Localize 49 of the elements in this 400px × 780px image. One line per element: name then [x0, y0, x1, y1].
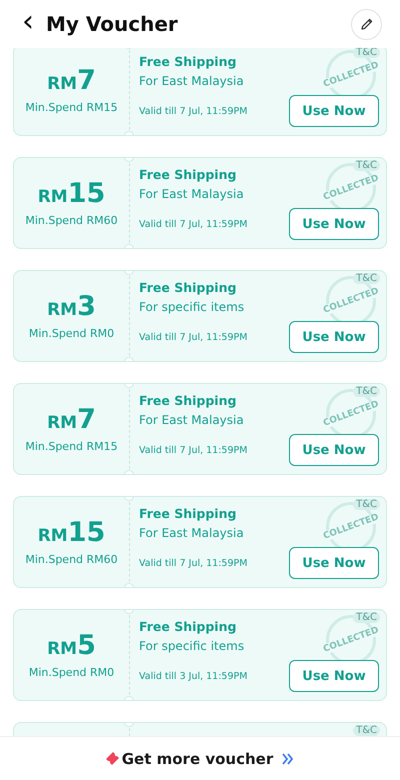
voucher-amount: RM 5	[47, 632, 96, 658]
terms-link[interactable]: T&C	[353, 499, 380, 510]
min-spend: Min.Spend RM15	[25, 440, 118, 452]
validity-date: Valid till 7 Jul, 11:59PM	[139, 558, 248, 569]
terms-link[interactable]: T&C	[353, 725, 380, 736]
voucher-amount: RM 7	[47, 406, 96, 432]
min-spend: Min.Spend RM0	[28, 326, 114, 340]
min-spend: Min.Spend RM15	[25, 100, 118, 114]
back-button[interactable]: ‹	[16, 7, 40, 41]
voucher-amount: RM 15	[38, 518, 106, 546]
get-more-voucher-link[interactable]: Get more voucher	[122, 750, 274, 768]
use-now-button[interactable]: Use Now	[289, 660, 379, 692]
use-now-button[interactable]: Use Now	[289, 208, 379, 240]
use-now-button[interactable]: Use Now	[289, 95, 379, 127]
voucher-subtitle: For East Malaysia	[139, 187, 244, 201]
voucher-amount: RM 7	[47, 66, 96, 94]
voucher-title: Free Shipping	[139, 280, 236, 295]
validity-date: Valid till 7 Jul, 11:59PM	[139, 106, 248, 117]
edit-button[interactable]	[351, 8, 382, 40]
voucher-subtitle: For East Malaysia	[139, 413, 244, 427]
voucher-subtitle: For specific items	[139, 639, 244, 653]
validity-date: Valid till 7 Jul, 11:59PM	[139, 332, 248, 343]
pencil-icon	[360, 17, 374, 31]
min-spend: Min.Spend RM60	[25, 214, 118, 226]
voucher-title: Free Shipping	[139, 167, 236, 182]
use-now-button[interactable]: Use Now	[289, 434, 379, 466]
voucher-amount: RM 3	[47, 292, 96, 320]
validity-date: Valid till 7 Jul, 11:59PM	[139, 445, 248, 456]
terms-link[interactable]: T&C	[353, 386, 380, 397]
use-now-button[interactable]: Use Now	[289, 321, 379, 353]
voucher-title: Free Shipping	[139, 619, 236, 634]
terms-link[interactable]: T&C	[353, 160, 380, 171]
voucher-title: Free Shipping	[139, 54, 236, 69]
validity-date: Valid till 7 Jul, 11:59PM	[139, 219, 248, 230]
min-spend: Min.Spend RM60	[25, 552, 118, 566]
validity-date: Valid till 3 Jul, 11:59PM	[139, 671, 248, 682]
page-title: My Voucher	[46, 12, 179, 36]
use-now-button[interactable]: Use Now	[289, 547, 379, 579]
voucher-title: Free Shipping	[139, 393, 236, 408]
terms-link[interactable]: T&C	[353, 612, 380, 623]
voucher-subtitle: For East Malaysia	[139, 526, 244, 540]
voucher-subtitle: For specific items	[139, 300, 244, 314]
ticket-icon	[104, 751, 122, 766]
voucher-amount: RM 15	[38, 180, 106, 206]
terms-link[interactable]: T&C	[353, 273, 380, 284]
voucher-title: Free Shipping	[139, 506, 236, 521]
double-chevron-icon	[281, 752, 296, 764]
min-spend: Min.Spend RM0	[28, 666, 114, 678]
voucher-subtitle: For East Malaysia	[139, 74, 244, 88]
